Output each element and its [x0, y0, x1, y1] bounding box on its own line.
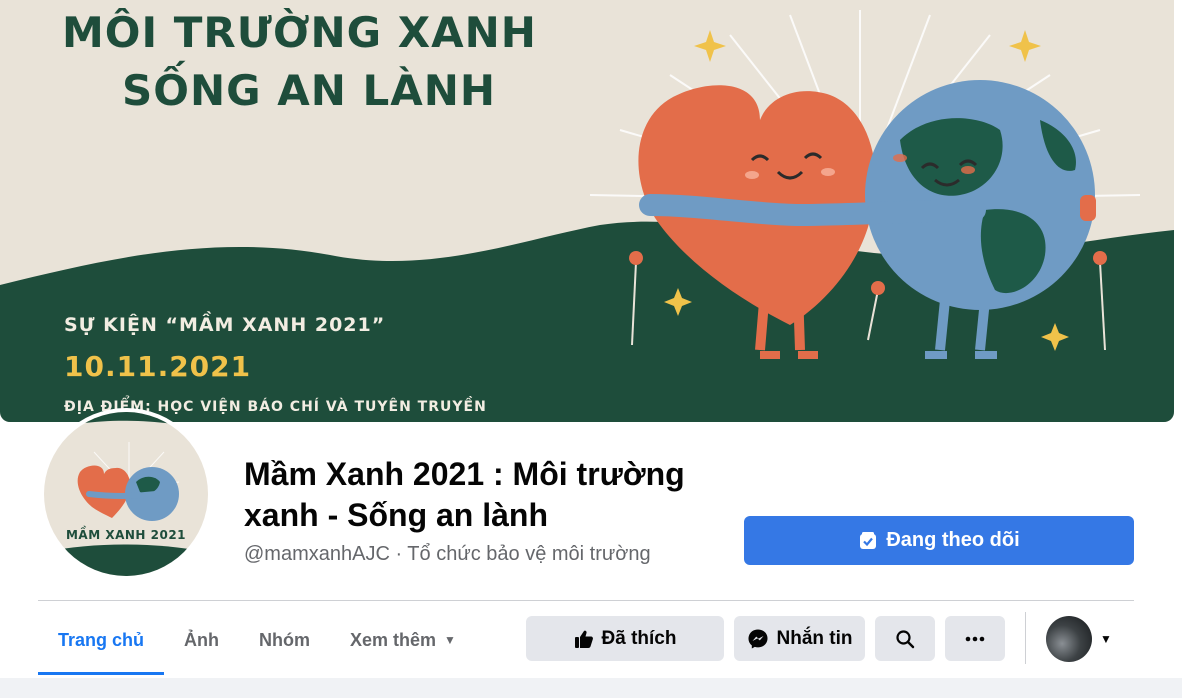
message-button-label: Nhắn tin	[776, 627, 853, 649]
messenger-icon	[748, 629, 767, 648]
avatar-illustration	[44, 412, 208, 576]
cover-title-line-2: SỐNG AN LÀNH	[122, 66, 497, 115]
caret-down-icon: ▼	[1100, 632, 1112, 646]
cover-title: MÔI TRƯỜNG XANH SỐNG AN LÀNH	[62, 4, 537, 120]
actions-divider	[1025, 612, 1026, 664]
event-name: SỰ KIỆN “MẦM XANH 2021”	[64, 314, 386, 336]
tab-home-label: Trang chủ	[58, 629, 145, 650]
feed-background	[0, 678, 1182, 698]
page-tabs: Trang chủ Ảnh Nhóm Xem thêm ▼	[38, 605, 476, 675]
tab-photos[interactable]: Ảnh	[164, 605, 239, 675]
event-date: 10.11.2021	[64, 350, 252, 383]
message-button[interactable]: Nhắn tin	[734, 616, 865, 661]
liked-button-label: Đã thích	[601, 627, 677, 649]
more-options-button[interactable]	[945, 616, 1005, 661]
tab-groups-label: Nhóm	[259, 629, 311, 650]
liked-button[interactable]: Đã thích	[526, 616, 724, 661]
page-title: Mầm Xanh 2021 : Môi trường xanh - Sống a…	[244, 456, 685, 533]
tab-photos-label: Ảnh	[184, 629, 220, 650]
cover-photo[interactable]: MÔI TRƯỜNG XANH SỐNG AN LÀNH SỰ KIỆN “MẦ…	[0, 0, 1174, 422]
caret-down-icon: ▼	[444, 633, 456, 647]
avatar	[1046, 616, 1092, 662]
avatar-caption: MẦM XANH 2021	[65, 528, 187, 542]
cover-title-line-1: MÔI TRƯỜNG XANH	[62, 8, 537, 57]
header-divider	[38, 600, 1134, 601]
following-button-label: Đang theo dõi	[886, 529, 1020, 551]
tab-see-more[interactable]: Xem thêm ▼	[330, 605, 476, 675]
tab-groups[interactable]: Nhóm	[239, 605, 330, 675]
search-button[interactable]	[875, 616, 935, 661]
tab-home[interactable]: Trang chủ	[38, 605, 165, 675]
page-avatar[interactable]: MẦM XANH 2021	[40, 408, 212, 580]
avatar-image: MẦM XANH 2021	[44, 412, 208, 576]
thumbs-up-icon	[574, 630, 593, 648]
more-dots-icon	[965, 636, 985, 641]
search-icon	[896, 629, 915, 648]
followed-check-icon	[860, 531, 877, 549]
following-button[interactable]: Đang theo dõi	[744, 516, 1134, 565]
profile-switcher[interactable]: ▼	[1046, 616, 1112, 662]
page-username-category: @mamxanhAJC · Tổ chức bảo vệ môi trường	[244, 543, 651, 565]
tab-see-more-label: Xem thêm	[350, 629, 437, 650]
